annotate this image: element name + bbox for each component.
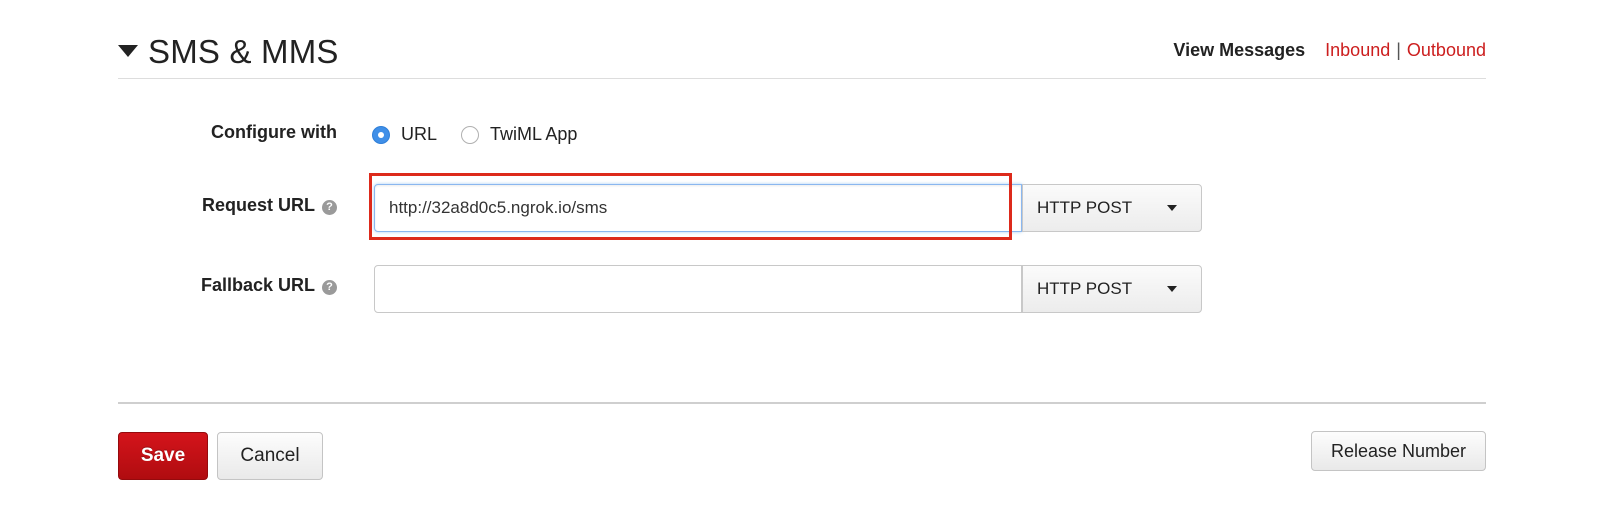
cancel-button[interactable]: Cancel — [217, 432, 323, 480]
request-url-input[interactable] — [374, 184, 1022, 232]
footer-divider — [118, 402, 1486, 404]
fallback-url-label-text: Fallback URL — [200, 275, 315, 295]
caret-down-icon — [1167, 205, 1177, 211]
view-messages: View Messages Inbound | Outbound — [1173, 40, 1486, 61]
sms-mms-section-header: SMS & MMS View Messages Inbound | Outbou… — [118, 28, 1486, 79]
caret-down-icon — [1167, 286, 1177, 292]
fallback-url-label: Fallback URL? — [201, 275, 337, 296]
caret-down-icon — [118, 45, 138, 57]
fallback-url-method-select[interactable]: HTTP POST — [1022, 265, 1202, 313]
radio-label-twiml-app: TwiML App — [490, 124, 578, 144]
configure-with-radio-group: URL TwiML App — [372, 124, 601, 145]
fallback-method-value: HTTP POST — [1037, 279, 1133, 298]
radio-label-url: URL — [401, 124, 438, 144]
section-collapse-toggle[interactable]: SMS & MMS — [118, 28, 339, 76]
radio-option-twiml-app[interactable]: TwiML App — [461, 124, 577, 145]
save-button[interactable]: Save — [118, 432, 208, 480]
radio-button-url[interactable] — [372, 125, 390, 144]
phone-number-config-page: SMS & MMS View Messages Inbound | Outbou… — [0, 0, 1600, 529]
configure-with-label: Configure with — [211, 122, 337, 142]
request-url-method-select[interactable]: HTTP POST — [1022, 184, 1202, 232]
view-messages-label: View Messages — [1173, 40, 1306, 60]
request-url-label: Request URL? — [202, 195, 337, 216]
radio-button-twiml-app[interactable] — [461, 125, 480, 144]
question-circle-icon[interactable]: ? — [322, 200, 337, 215]
request-url-label-text: Request URL — [201, 195, 315, 215]
radio-selected-dot — [378, 131, 384, 138]
outbound-link[interactable]: Outbound — [1407, 40, 1486, 61]
link-separator: | — [1396, 40, 1401, 60]
request-method-value: HTTP POST — [1037, 198, 1133, 217]
fallback-url-input[interactable] — [374, 265, 1022, 313]
section-title: SMS & MMS — [148, 33, 339, 70]
radio-option-url[interactable]: URL — [372, 124, 437, 145]
inbound-link[interactable]: Inbound — [1325, 40, 1390, 61]
question-circle-icon[interactable]: ? — [322, 280, 337, 295]
release-number-button[interactable]: Release Number — [1311, 431, 1486, 471]
